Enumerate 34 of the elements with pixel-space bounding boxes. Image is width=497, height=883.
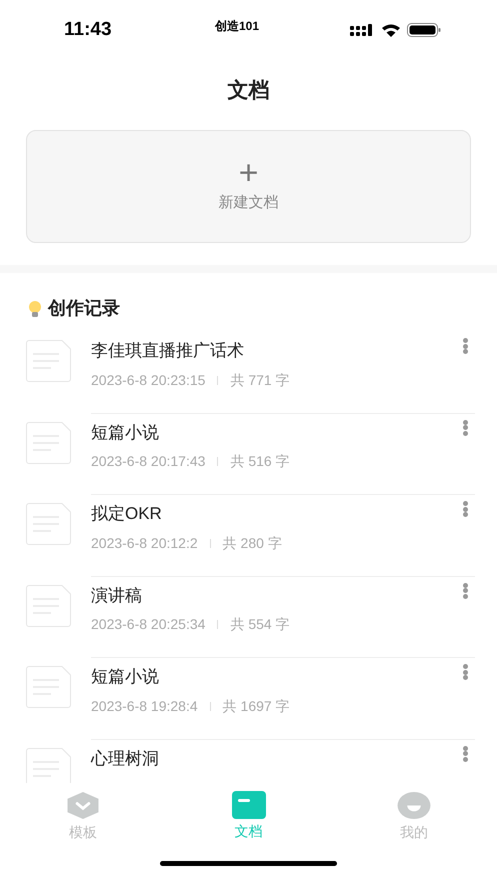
document-icon [26, 584, 71, 626]
document-date: 2023-6-8 19:28:4 [91, 696, 198, 716]
document-title[interactable]: 心理树洞 [91, 746, 455, 771]
document-title[interactable]: 李佳琪直播推广话术 [91, 338, 455, 364]
new-document-button[interactable]: + 新建文档 [26, 130, 471, 243]
document-date: 2023-6-8 20:23:15 [91, 370, 206, 390]
document-title[interactable]: 拟定OKR [91, 501, 455, 526]
word-count: 共 280 字 [222, 534, 282, 552]
status-time: 11:43 [64, 18, 113, 42]
document-icon [26, 340, 71, 382]
page-title: 文档 [228, 78, 270, 104]
carrier-name: 创造101 [214, 18, 260, 35]
document-icon [26, 422, 71, 464]
plus-icon: + [238, 158, 258, 188]
document-title[interactable]: 演讲稿 [91, 582, 455, 608]
document-icon [26, 666, 71, 708]
signal-icon [350, 24, 375, 36]
document-date: 2023-6-8 20:25:34 [91, 615, 206, 634]
word-count: 共 771 字 [230, 370, 290, 390]
document-icon [26, 503, 71, 545]
word-count: 共 516 字 [230, 452, 290, 471]
document-title[interactable]: 短篇小说 [91, 420, 455, 445]
smiley-face-icon [397, 791, 432, 820]
document-date: 2023-6-8 20:12:2 [91, 534, 198, 552]
lightbulb-icon [28, 300, 42, 318]
battery-icon [407, 23, 441, 37]
document-date: 2023-6-8 20:17:43 [91, 452, 206, 471]
document-title[interactable]: 短篇小说 [91, 664, 455, 690]
wifi-icon [381, 23, 401, 37]
section-title: 创作记录 [48, 297, 120, 320]
hexagon-chevron-icon [66, 791, 100, 820]
word-count: 共 1697 字 [222, 696, 290, 716]
word-count: 共 554 字 [230, 615, 290, 634]
folder-icon [232, 791, 266, 819]
